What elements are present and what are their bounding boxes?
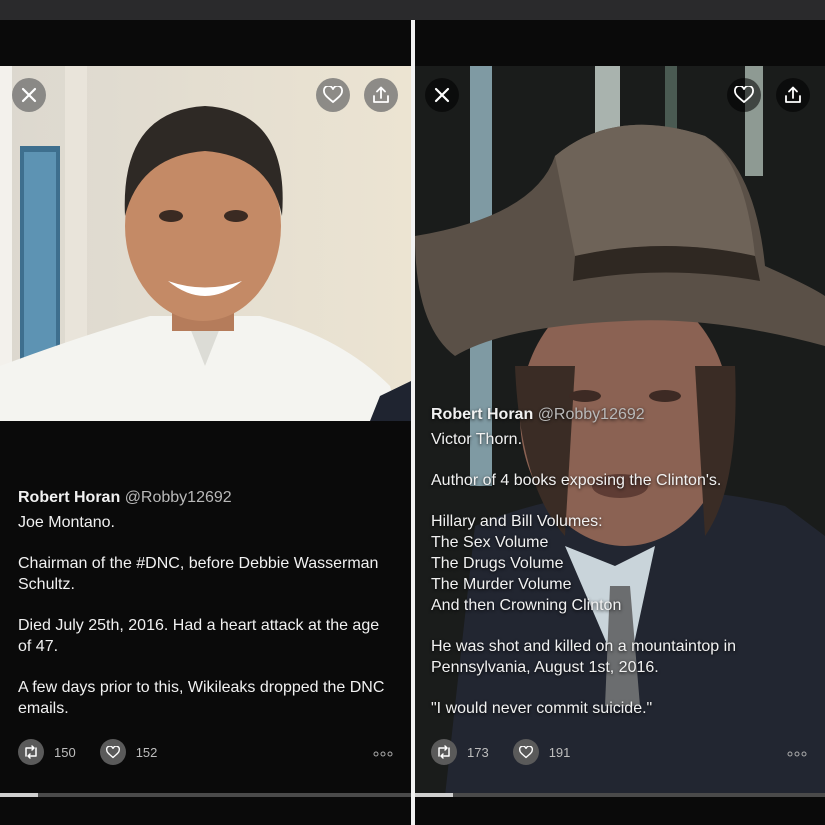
- volume-item: The Sex Volume: [431, 534, 549, 551]
- retweet-button[interactable]: 173: [431, 739, 489, 765]
- like-button[interactable]: 152: [99, 739, 158, 765]
- tweet-text-right: Robert Horan @Robby12692 Victor Thorn. A…: [431, 404, 807, 739]
- retweet-count: 150: [54, 744, 76, 760]
- close-icon: [434, 87, 450, 103]
- retweet-icon: [431, 739, 457, 765]
- tweet-paragraph: He was shot and killed on a mountaintop …: [431, 638, 737, 676]
- retweet-count: 173: [467, 744, 489, 760]
- photo-joe-montano: [0, 66, 411, 421]
- share-button[interactable]: [364, 78, 398, 112]
- top-status-strip: [0, 0, 825, 20]
- tweet-paragraph: Chairman of the #DNC, before Debbie Wass…: [18, 555, 379, 593]
- more-button[interactable]: [787, 745, 807, 760]
- scrollbar[interactable]: [0, 793, 411, 797]
- volume-item: The Drugs Volume: [431, 555, 564, 572]
- more-icon: [373, 751, 393, 756]
- tweet-panel-right: Robert Horan @Robby12692 Victor Thorn. A…: [415, 20, 825, 825]
- volume-item: The Murder Volume: [431, 576, 572, 593]
- scrollbar[interactable]: [415, 793, 825, 797]
- more-button[interactable]: [373, 745, 393, 760]
- tweet-paragraph: A few days prior to this, Wikileaks drop…: [18, 679, 385, 717]
- tweet-actions-left: 150 152: [18, 739, 393, 765]
- heart-icon: [99, 739, 126, 765]
- volumes-header: Hillary and Bill Volumes:: [431, 513, 603, 530]
- volume-item: And then Crowning Clinton: [431, 597, 622, 614]
- author-handle[interactable]: @Robby12692: [538, 406, 645, 423]
- close-button[interactable]: [425, 78, 459, 112]
- close-icon: [21, 87, 37, 103]
- heart-icon: [734, 86, 754, 104]
- share-icon: [785, 86, 801, 103]
- like-button[interactable]: 191: [512, 739, 571, 765]
- close-button[interactable]: [12, 78, 46, 112]
- tweet-header: Robert Horan @Robby12692: [18, 487, 393, 508]
- scrollbar-thumb[interactable]: [415, 793, 453, 797]
- tweet-actions-right: 173 191: [431, 739, 807, 765]
- volumes-list: Hillary and Bill Volumes: The Sex Volume…: [431, 511, 807, 616]
- author-name[interactable]: Robert Horan: [431, 406, 533, 423]
- like-photo-button[interactable]: [316, 78, 350, 112]
- author-name[interactable]: Robert Horan: [18, 489, 120, 506]
- like-photo-button[interactable]: [727, 78, 761, 112]
- heart-icon: [323, 86, 343, 104]
- tweet-paragraph: Author of 4 books exposing the Clinton's…: [431, 472, 722, 489]
- tweet-paragraph: Victor Thorn.: [431, 431, 523, 448]
- retweet-button[interactable]: 150: [18, 739, 76, 765]
- more-icon: [787, 751, 807, 756]
- like-count: 152: [135, 744, 158, 760]
- author-handle[interactable]: @Robby12692: [125, 489, 232, 506]
- like-count: 191: [548, 744, 571, 760]
- share-button[interactable]: [776, 78, 810, 112]
- tweet-paragraph: Died July 25th, 2016. Had a heart attack…: [18, 617, 380, 655]
- tweet-paragraph: Joe Montano.: [18, 514, 115, 531]
- tweet-panel-left: Robert Horan @Robby12692 Joe Montano. Ch…: [0, 20, 411, 825]
- tweet-text-left: Robert Horan @Robby12692 Joe Montano. Ch…: [18, 487, 393, 739]
- tweet-header: Robert Horan @Robby12692: [431, 404, 807, 425]
- heart-icon: [512, 739, 539, 765]
- tweet-quote: "I would never commit suicide.": [431, 700, 653, 717]
- retweet-icon: [18, 739, 44, 765]
- scrollbar-thumb[interactable]: [0, 793, 38, 797]
- share-icon: [373, 86, 389, 103]
